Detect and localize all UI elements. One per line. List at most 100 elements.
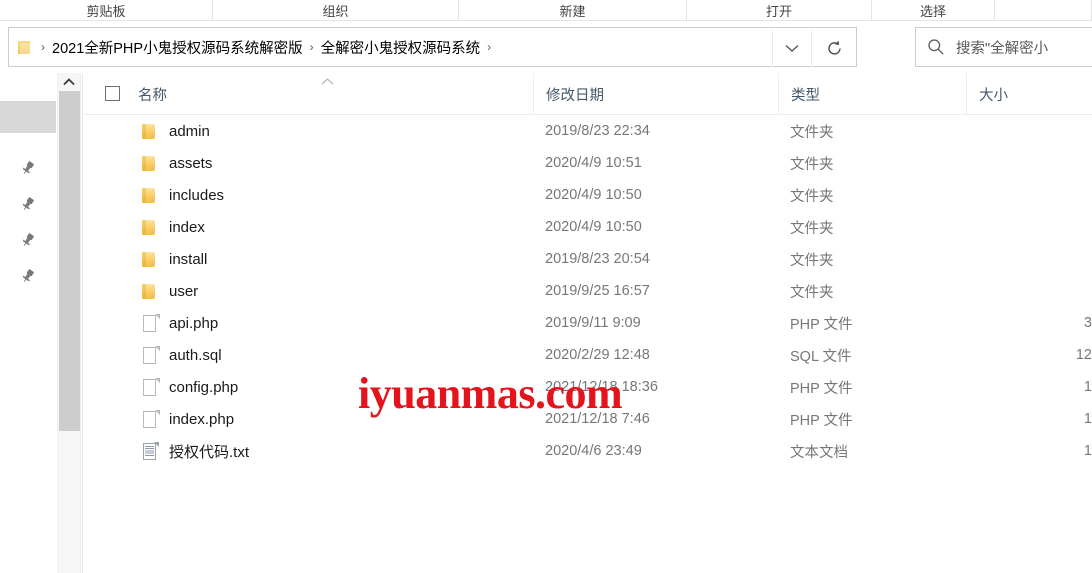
- column-header-size[interactable]: 大小: [966, 73, 1008, 115]
- file-icon: [138, 312, 160, 334]
- file-name-cell[interactable]: config.php: [138, 371, 238, 403]
- ribbon-group-1: 组织: [213, 0, 459, 21]
- folder-icon: [138, 216, 160, 238]
- ribbon-group-label: 剪贴板: [86, 4, 126, 19]
- file-type-cell: 文本文档: [790, 444, 848, 461]
- breadcrumb-item-2[interactable]: 全解密小鬼授权源码系统: [321, 37, 481, 58]
- file-type-cell: 文件夹: [790, 188, 834, 205]
- file-name-cell[interactable]: api.php: [138, 307, 218, 339]
- file-name-label: includes: [169, 186, 225, 204]
- folder-icon: [138, 120, 160, 142]
- file-row[interactable]: api.php 2019/9/11 9:09 PHP 文件 3: [83, 307, 1092, 339]
- breadcrumb-separator[interactable]: ›: [480, 40, 498, 54]
- column-header-type[interactable]: 类型: [778, 73, 820, 115]
- folder-icon: [138, 184, 160, 206]
- ribbon-bar: 剪贴板 组织 新建 打开 选择: [0, 0, 1092, 21]
- ribbon-group-label: 组织: [322, 4, 349, 19]
- file-name-label: install: [169, 250, 208, 268]
- scrollbar-thumb[interactable]: [59, 91, 80, 431]
- file-name-cell[interactable]: admin: [138, 115, 210, 147]
- file-name-cell[interactable]: includes: [138, 179, 224, 211]
- file-row[interactable]: admin 2019/8/23 22:34 文件夹: [83, 115, 1092, 147]
- file-row[interactable]: install 2019/8/23 20:54 文件夹: [83, 243, 1092, 275]
- file-name-label: auth.sql: [169, 346, 222, 364]
- file-type-cell: PHP 文件: [790, 412, 853, 429]
- nav-pane-item[interactable]: [0, 225, 56, 257]
- file-name-cell[interactable]: index.php: [138, 403, 234, 435]
- select-all-checkbox[interactable]: [105, 86, 120, 101]
- file-name-cell[interactable]: 授权代码.txt: [138, 435, 249, 467]
- file-list-view: 名称 修改日期 类型 大小 admin 2019/8/23 22:34 文件夹 assets…: [83, 73, 1092, 573]
- nav-pane-item[interactable]: [0, 261, 56, 293]
- file-name-cell[interactable]: auth.sql: [138, 339, 222, 371]
- folder-icon: [18, 39, 32, 55]
- file-icon: [138, 376, 160, 398]
- file-row[interactable]: index 2020/4/9 10:50 文件夹: [83, 211, 1092, 243]
- file-type-cell: 文件夹: [790, 252, 834, 269]
- search-box[interactable]: 搜索"全解密小: [915, 27, 1092, 67]
- column-header-row: 名称 修改日期 类型 大小: [83, 73, 1092, 115]
- file-type-cell: SQL 文件: [790, 348, 852, 365]
- file-type-cell: 文件夹: [790, 220, 834, 237]
- file-date-cell: 2019/8/23 20:54: [545, 251, 650, 267]
- address-bar[interactable]: › 2021全新PHP小鬼授权源码系统解密版 › 全解密小鬼授权源码系统 ›: [8, 27, 857, 67]
- file-icon: [138, 344, 160, 366]
- vertical-scrollbar[interactable]: [57, 73, 81, 573]
- search-icon: [916, 38, 956, 56]
- file-date-cell: 2021/12/18 7:46: [545, 411, 650, 427]
- search-input[interactable]: 搜索"全解密小: [956, 37, 1048, 58]
- file-icon: [138, 408, 160, 430]
- file-row[interactable]: 授权代码.txt 2020/4/6 23:49 文本文档 1: [83, 435, 1092, 467]
- file-size-cell: [978, 243, 1092, 275]
- navigation-pane: [0, 73, 56, 573]
- file-row[interactable]: auth.sql 2020/2/29 12:48 SQL 文件 12: [83, 339, 1092, 371]
- breadcrumb-item-1[interactable]: 2021全新PHP小鬼授权源码系统解密版: [52, 37, 303, 58]
- file-name-cell[interactable]: index: [138, 211, 205, 243]
- caret-up-icon: [321, 77, 334, 88]
- file-date-cell: 2020/2/29 12:48: [545, 347, 650, 363]
- file-name-cell[interactable]: user: [138, 275, 198, 307]
- file-date-cell: 2021/12/18 18:36: [545, 379, 658, 395]
- file-row[interactable]: includes 2020/4/9 10:50 文件夹: [83, 179, 1092, 211]
- chevron-down-icon[interactable]: [772, 29, 810, 67]
- file-rows: admin 2019/8/23 22:34 文件夹 assets 2020/4/9 10…: [83, 115, 1092, 467]
- pin-icon: [20, 160, 36, 179]
- folder-icon: [138, 152, 160, 174]
- refresh-icon[interactable]: [811, 29, 856, 67]
- file-name-cell[interactable]: install: [138, 243, 207, 275]
- file-date-cell: 2020/4/6 23:49: [545, 443, 642, 459]
- column-header-date[interactable]: 修改日期: [533, 73, 604, 115]
- file-name-label: user: [169, 282, 199, 300]
- nav-pane-item[interactable]: [0, 153, 56, 185]
- file-date-cell: 2019/9/25 16:57: [545, 283, 650, 299]
- file-type-cell: 文件夹: [790, 124, 834, 141]
- file-date-cell: 2020/4/9 10:50: [545, 187, 642, 203]
- pin-icon: [20, 232, 36, 251]
- pin-icon: [20, 196, 36, 215]
- file-size-cell: [978, 179, 1092, 211]
- file-size-cell: 3: [1083, 315, 1092, 331]
- breadcrumb-separator[interactable]: ›: [303, 40, 321, 54]
- file-date-cell: 2020/4/9 10:51: [545, 155, 642, 171]
- breadcrumb-separator[interactable]: ›: [34, 40, 52, 54]
- file-name-label: index.php: [169, 410, 235, 428]
- file-name-label: assets: [169, 154, 213, 172]
- file-row[interactable]: user 2019/9/25 16:57 文件夹: [83, 275, 1092, 307]
- ribbon-group-list: 剪贴板 组织 新建 打开 选择: [0, 0, 1092, 21]
- file-size-cell: 1: [1083, 379, 1092, 395]
- column-header-name[interactable]: 名称: [138, 73, 167, 115]
- chevron-up-icon[interactable]: [58, 73, 80, 91]
- file-type-cell: PHP 文件: [790, 316, 853, 333]
- navigation-bar: › 2021全新PHP小鬼授权源码系统解密版 › 全解密小鬼授权源码系统 › 搜…: [0, 21, 1092, 73]
- file-row[interactable]: assets 2020/4/9 10:51 文件夹: [83, 147, 1092, 179]
- ribbon-group-0: 剪贴板: [0, 0, 213, 21]
- ribbon-group-2: 新建: [459, 0, 687, 21]
- nav-pane-selected-item[interactable]: [0, 101, 56, 133]
- file-name-cell[interactable]: assets: [138, 147, 212, 179]
- nav-pane-item[interactable]: [0, 189, 56, 221]
- file-row[interactable]: config.php 2021/12/18 18:36 PHP 文件 1: [83, 371, 1092, 403]
- file-name-label: index: [169, 218, 205, 236]
- file-name-label: config.php: [169, 378, 239, 396]
- ribbon-group-label: 打开: [765, 4, 792, 19]
- file-row[interactable]: index.php 2021/12/18 7:46 PHP 文件 1: [83, 403, 1092, 435]
